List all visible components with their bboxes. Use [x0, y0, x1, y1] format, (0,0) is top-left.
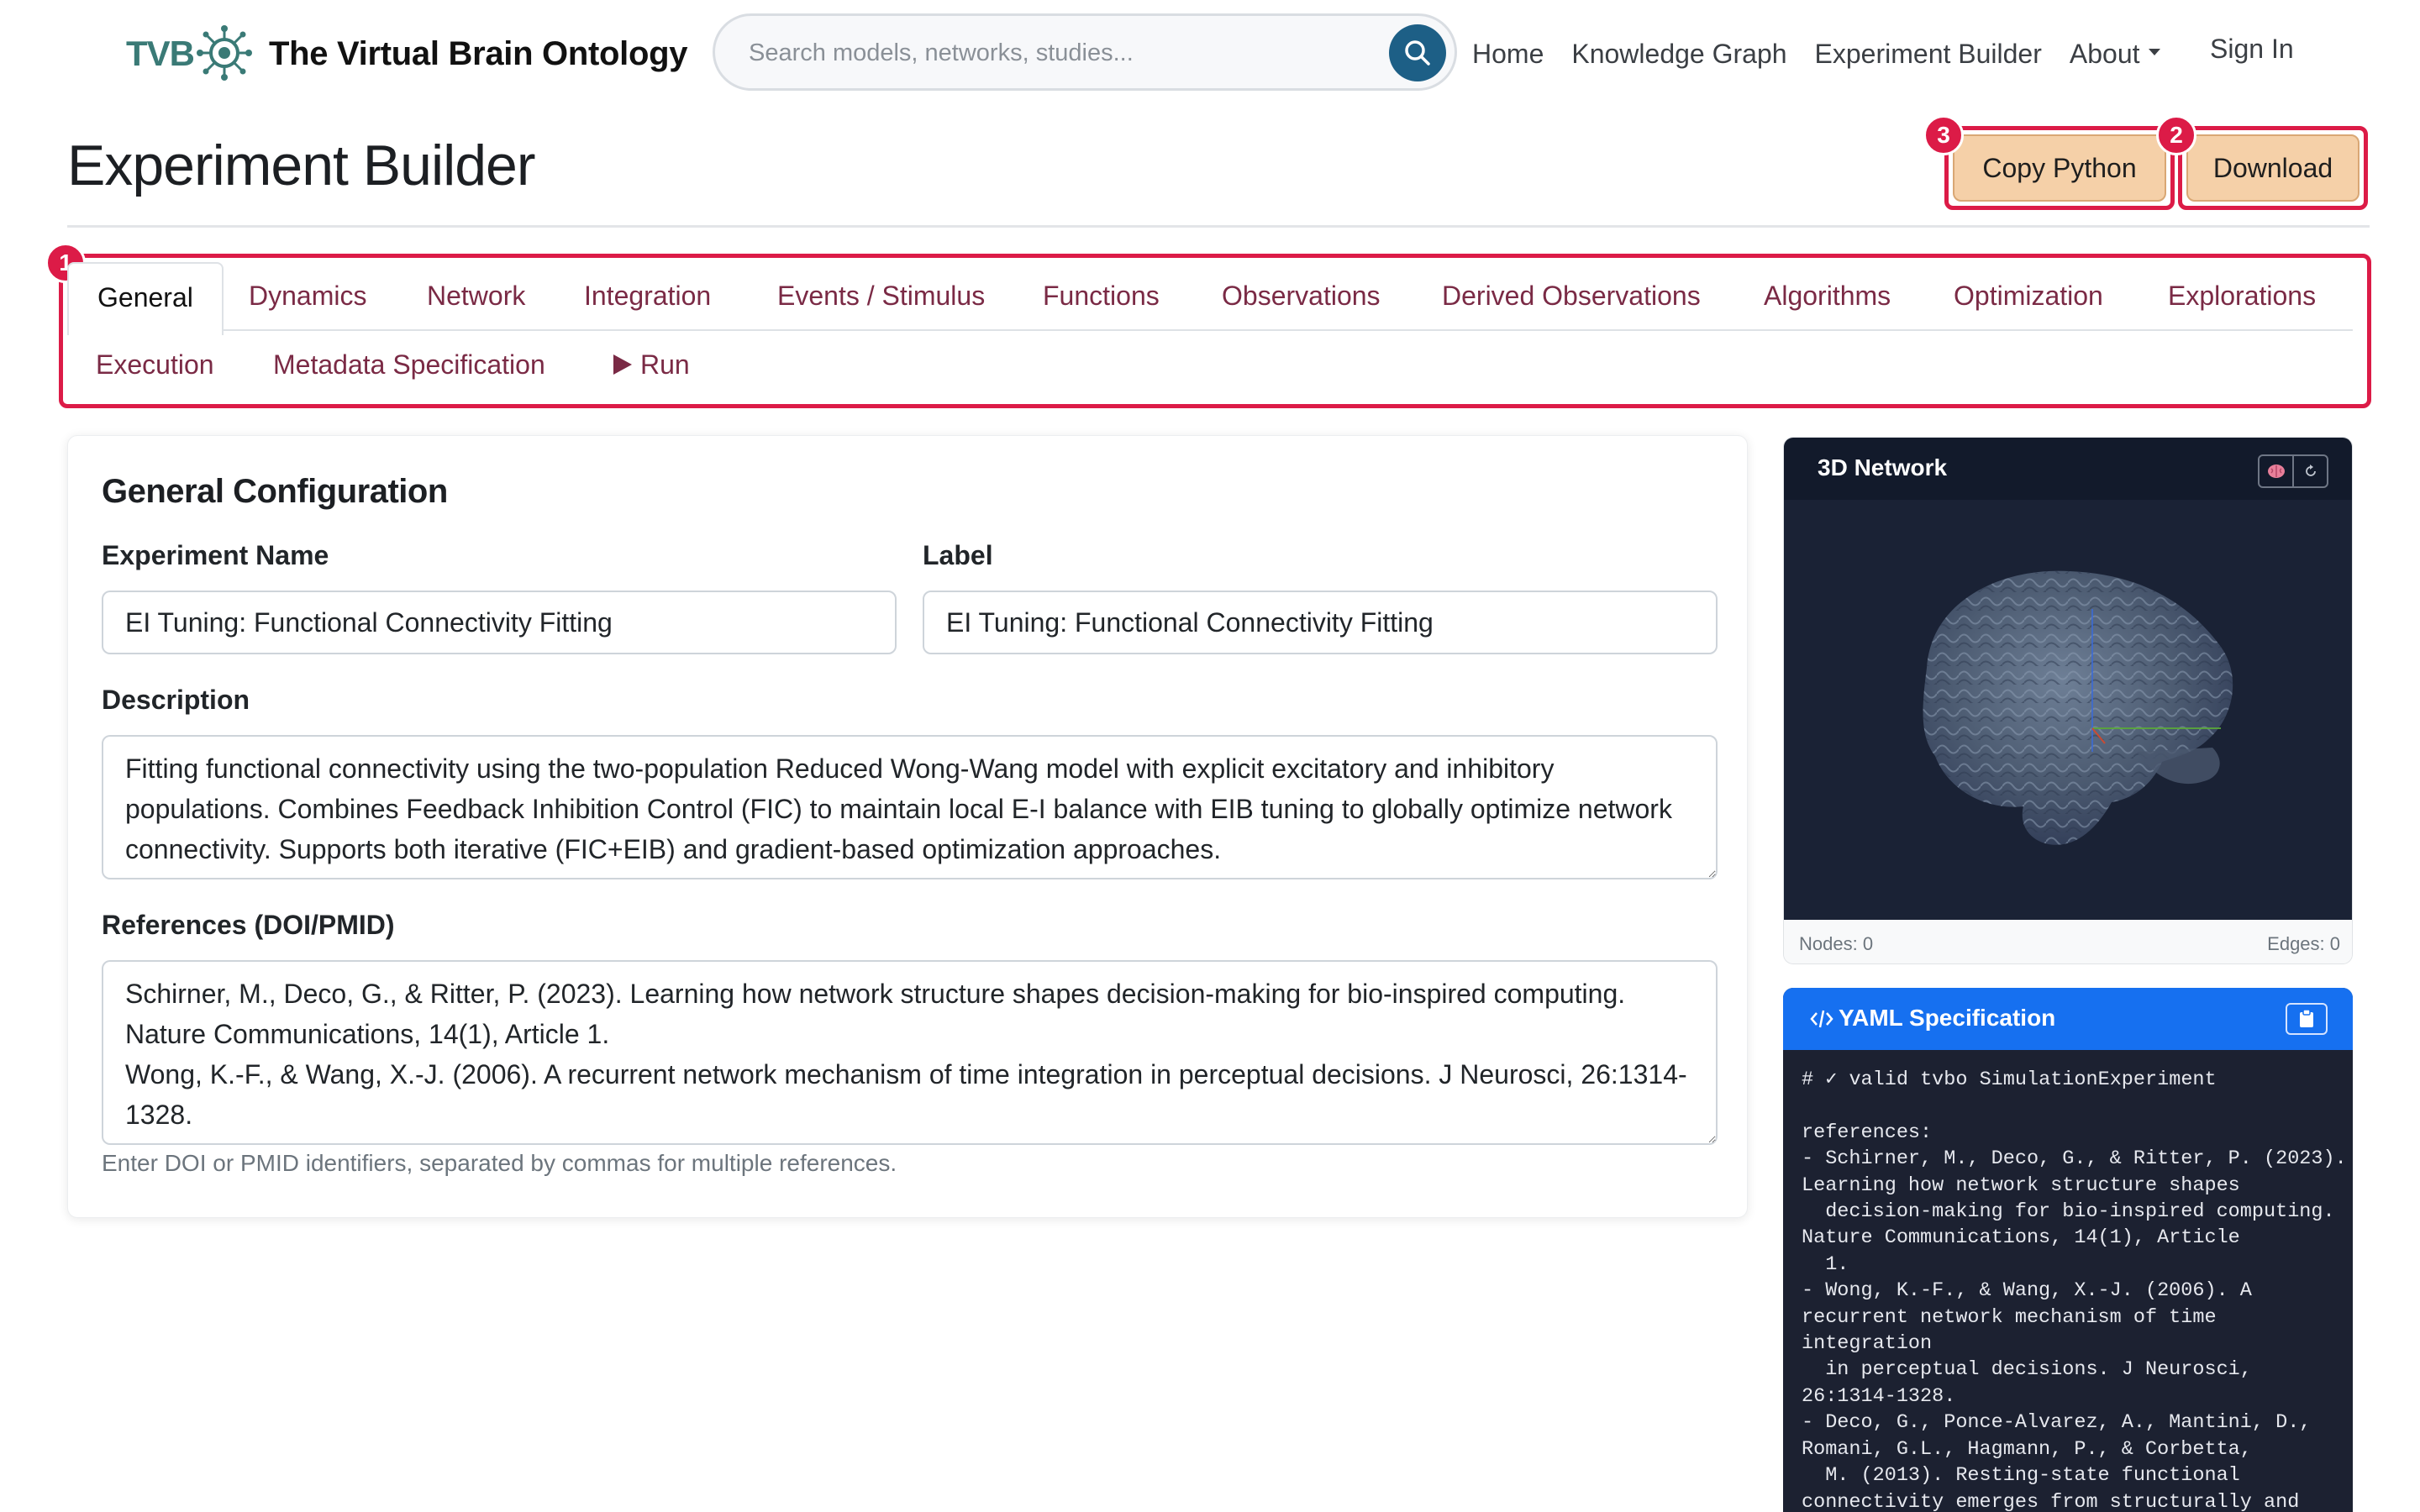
code-icon — [1810, 1010, 1833, 1028]
clipboard-icon — [2300, 1009, 2313, 1027]
brain-icon — [2267, 465, 2285, 478]
reset-icon — [2305, 465, 2316, 476]
nav-knowledge-graph[interactable]: Knowledge Graph — [1571, 39, 1786, 70]
network-panel-header: 3D Network — [1784, 438, 2352, 500]
caret-down-icon — [2148, 49, 2160, 56]
tab-events-stimulus[interactable]: Events / Stimulus — [777, 281, 985, 312]
tab-execution[interactable]: Execution — [96, 349, 214, 381]
tab-run[interactable]: Run — [612, 349, 690, 381]
tab-derived-observations[interactable]: Derived Observations — [1442, 281, 1701, 312]
network-3d-canvas[interactable] — [1784, 500, 2352, 920]
experiment-tabs: General Dynamics Network Integration Eve… — [67, 262, 2353, 403]
network-3d-panel: 3D Network Nodes: 0 Edges: 0 — [1783, 437, 2353, 964]
references-textarea[interactable]: Schirner, M., Deco, G., & Ritter, P. (20… — [102, 960, 1718, 1145]
description-textarea[interactable]: Fitting functional connectivity using th… — [102, 735, 1718, 879]
tab-observations[interactable]: Observations — [1222, 281, 1381, 312]
brain-render — [1923, 570, 2233, 845]
nodes-count: Nodes: 0 — [1799, 933, 1874, 954]
page-title: Experiment Builder — [67, 134, 535, 197]
tab-dynamics[interactable]: Dynamics — [249, 281, 366, 312]
search-bar — [713, 13, 1457, 91]
search-input[interactable] — [749, 31, 1370, 75]
experiment-name-input[interactable] — [102, 591, 897, 654]
tab-metadata-specification[interactable]: Metadata Specification — [273, 349, 545, 381]
card-title: General Configuration — [102, 473, 448, 510]
brain-toggle-button[interactable] — [2260, 456, 2294, 486]
references-help-text: Enter DOI or PMID identifiers, separated… — [102, 1150, 897, 1176]
play-icon — [613, 354, 632, 375]
nav-about-dropdown[interactable]: About — [2070, 39, 2160, 70]
nav-about-label: About — [2069, 38, 2140, 69]
brand-link[interactable]: TVB The Virtual Brain Ontology — [126, 24, 687, 84]
header-divider — [67, 225, 2370, 228]
network-node-icon — [197, 25, 252, 81]
tab-integration[interactable]: Integration — [584, 281, 711, 312]
nav-links: Home Knowledge Graph Experiment Builder … — [1472, 34, 2188, 74]
tab-functions[interactable]: Functions — [1043, 281, 1160, 312]
references-label: References (DOI/PMID) — [102, 910, 395, 940]
network-toolbar — [2258, 454, 2328, 488]
tab-run-label: Run — [640, 349, 690, 380]
yaml-specification-panel: YAML Specification # ✓ valid tvbo Simula… — [1783, 988, 2353, 1512]
nav-experiment-builder[interactable]: Experiment Builder — [1815, 39, 2042, 70]
yaml-panel-header: YAML Specification — [1783, 988, 2353, 1050]
tab-explorations[interactable]: Explorations — [2168, 281, 2316, 312]
search-button[interactable] — [1389, 24, 1446, 81]
network-panel-title: 3D Network — [1818, 454, 1948, 480]
tabs-divider — [67, 329, 2353, 331]
download-button[interactable]: Download — [2186, 134, 2360, 202]
copy-yaml-button[interactable] — [2286, 1003, 2328, 1035]
nav-home[interactable]: Home — [1472, 39, 1544, 70]
annotation-badge-3: 3 — [1923, 115, 1964, 155]
edges-count: Edges: 0 — [2267, 933, 2340, 954]
tab-optimization[interactable]: Optimization — [1954, 281, 2103, 312]
sign-in-link[interactable]: Sign In — [2210, 34, 2294, 65]
reset-view-button[interactable] — [2294, 456, 2327, 486]
copy-python-button[interactable]: Copy Python — [1953, 134, 2166, 202]
tab-general[interactable]: General — [67, 262, 224, 335]
annotation-badge-2: 2 — [2156, 115, 2196, 155]
description-label: Description — [102, 685, 250, 715]
top-navbar: TVB The Virtual Brain Ontology Search mo… — [0, 0, 2420, 106]
tab-algorithms[interactable]: Algorithms — [1764, 281, 1891, 312]
general-configuration-card: General Configuration Experiment Name La… — [67, 435, 1748, 1218]
search-icon — [1405, 40, 1430, 66]
label-input[interactable] — [923, 591, 1718, 654]
label-label: Label — [923, 540, 993, 570]
yaml-panel-title: YAML Specification — [1839, 1005, 2056, 1031]
yaml-code-content: # ✓ valid tvbo SimulationExperiment refe… — [1802, 1068, 2347, 1512]
experiment-name-label: Experiment Name — [102, 540, 329, 570]
brand-title: The Virtual Brain Ontology — [269, 34, 688, 72]
tvb-logo: TVB — [126, 24, 252, 84]
tab-network[interactable]: Network — [427, 281, 525, 312]
network-panel-footer: Nodes: 0 Edges: 0 — [1784, 920, 2352, 963]
